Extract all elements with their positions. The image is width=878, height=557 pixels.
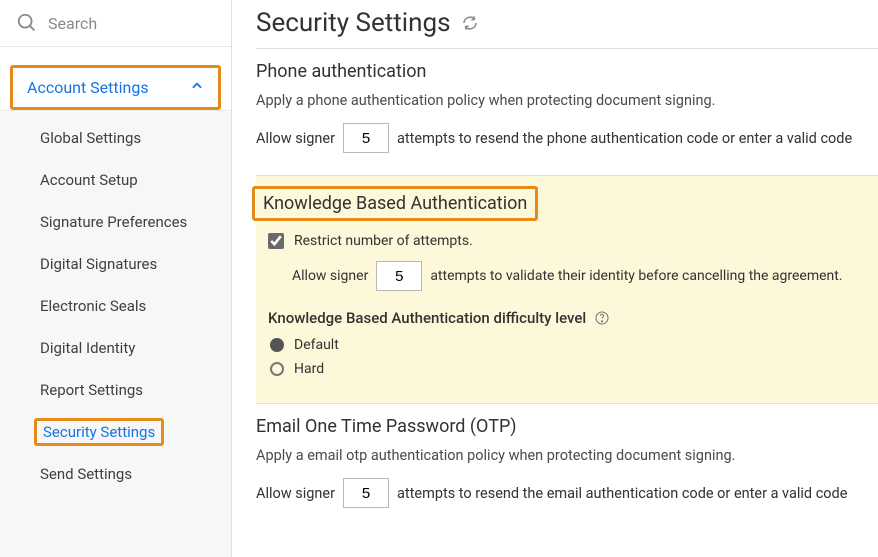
chevron-up-icon — [190, 79, 204, 97]
kba-difficulty-heading: Knowledge Based Authentication difficult… — [268, 309, 878, 327]
kba-radio-hard[interactable]: Hard — [270, 361, 878, 377]
kba-heading: Knowledge Based Authentication — [263, 193, 527, 214]
phone-auth-heading: Phone authentication — [256, 61, 878, 82]
phone-auth-desc: Apply a phone authentication policy when… — [256, 92, 878, 109]
kba-restrict-label: Restrict number of attempts. — [294, 233, 473, 249]
sidebar-item-security-settings[interactable]: Security Settings — [0, 411, 231, 453]
phone-attempts-input[interactable] — [343, 123, 389, 153]
kba-section: Knowledge Based Authentication Restrict … — [256, 175, 878, 403]
phone-auth-section: Phone authentication Apply a phone authe… — [256, 48, 878, 175]
kba-radio-default[interactable]: Default — [270, 337, 878, 353]
sidebar: Search Account Settings Global Settings … — [0, 0, 232, 557]
sidebar-item-send-settings[interactable]: Send Settings — [0, 453, 231, 495]
search-placeholder: Search — [48, 14, 97, 33]
otp-attempts-input[interactable] — [343, 478, 389, 508]
main-content: Security Settings Phone authentication A… — [232, 0, 878, 557]
sidebar-item-digital-identity[interactable]: Digital Identity — [0, 327, 231, 369]
otp-attempts-row: Allow signer attempts to resend the emai… — [256, 478, 878, 508]
otp-section: Email One Time Password (OTP) Apply a em… — [256, 403, 878, 530]
sidebar-section-label: Account Settings — [27, 78, 149, 97]
sidebar-menu: Global Settings Account Setup Signature … — [0, 110, 231, 557]
sidebar-item-account-setup[interactable]: Account Setup — [0, 159, 231, 201]
kba-restrict-row: Restrict number of attempts. — [268, 233, 878, 249]
kba-attempts-input[interactable] — [376, 261, 422, 291]
sidebar-item-report-settings[interactable]: Report Settings — [0, 369, 231, 411]
otp-desc: Apply a email otp authentication policy … — [256, 447, 878, 464]
search-icon — [16, 12, 38, 34]
otp-heading: Email One Time Password (OTP) — [256, 416, 878, 437]
sidebar-item-signature-preferences[interactable]: Signature Preferences — [0, 201, 231, 243]
sidebar-item-digital-signatures[interactable]: Digital Signatures — [0, 243, 231, 285]
help-icon[interactable] — [594, 310, 610, 326]
sidebar-section-account-settings[interactable]: Account Settings — [10, 65, 221, 110]
kba-attempts-row: Allow signer attempts to validate their … — [292, 261, 878, 291]
kba-restrict-checkbox[interactable] — [268, 233, 284, 249]
radio-filled-icon — [270, 338, 284, 352]
search-input[interactable]: Search — [0, 0, 231, 47]
sidebar-item-electronic-seals[interactable]: Electronic Seals — [0, 285, 231, 327]
phone-auth-attempts-row: Allow signer attempts to resend the phon… — [256, 123, 878, 153]
radio-empty-icon — [270, 362, 284, 376]
sidebar-item-global-settings[interactable]: Global Settings — [0, 117, 231, 159]
page-title: Security Settings — [256, 8, 878, 48]
refresh-icon[interactable] — [461, 14, 479, 32]
